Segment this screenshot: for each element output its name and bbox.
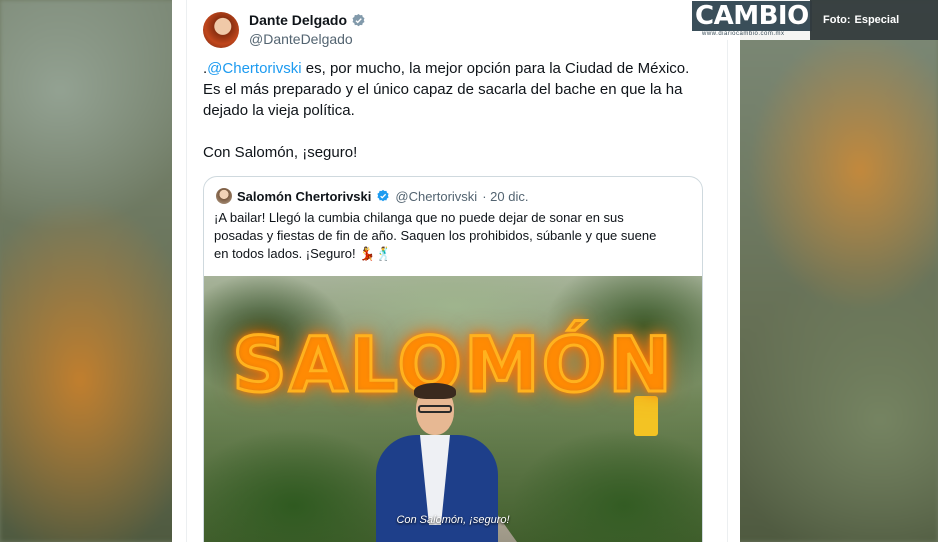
presenter-hair bbox=[414, 383, 456, 399]
photo-credit-label: Foto: bbox=[823, 14, 851, 26]
quoted-tweet-date[interactable]: · 20 dic. bbox=[482, 189, 528, 204]
tweet-line: Es el más preparado y el único capaz de … bbox=[203, 81, 683, 98]
cambio-logo-url: www.diariocambio.com.mx bbox=[702, 31, 785, 37]
video-subtitle: Con Salomón, ¡seguro! bbox=[396, 514, 510, 526]
cambio-watermark: CAMBIO www.diariocambio.com.mx Foto: Esp… bbox=[688, 0, 938, 40]
author-avatar[interactable] bbox=[203, 12, 239, 48]
quoted-author-handle[interactable]: @Chertorivski bbox=[395, 189, 477, 204]
cambio-logo-text: CAMBIO bbox=[692, 1, 812, 31]
photo-credit-value: Especial bbox=[854, 14, 900, 26]
quoted-tweet-header: Salomón Chertorivski @Chertorivski · 20 … bbox=[216, 188, 528, 204]
author-handle[interactable]: @DanteDelgado bbox=[249, 31, 353, 47]
tweet-container: Dante Delgado @DanteDelgado .@Chertorivs… bbox=[186, 0, 728, 542]
tweet-line: Con Salomón, ¡seguro! bbox=[203, 144, 358, 161]
tweet-text-segment: es, por mucho, la mejor opción para la C… bbox=[301, 60, 690, 77]
tweet-line: dejado la vieja política. bbox=[203, 102, 355, 119]
quoted-author-name[interactable]: Salomón Chertorivski bbox=[237, 189, 371, 204]
verified-badge-icon bbox=[377, 189, 389, 202]
paragraph-break bbox=[203, 121, 713, 142]
quoted-author-avatar[interactable] bbox=[216, 188, 232, 204]
tweet-body: .@Chertorivski es, por mucho, la mejor o… bbox=[203, 58, 713, 163]
author-name-row[interactable]: Dante Delgado bbox=[249, 12, 366, 28]
tweet-screenshot: Dante Delgado @DanteDelgado .@Chertorivs… bbox=[172, 0, 740, 542]
quoted-tweet[interactable]: Salomón Chertorivski @Chertorivski · 20 … bbox=[203, 176, 703, 542]
mention-link[interactable]: @Chertorivski bbox=[207, 60, 301, 77]
verified-badge-icon bbox=[352, 13, 365, 26]
quoted-line: ¡A bailar! Llegó la cumbia chilanga que … bbox=[214, 210, 624, 225]
quoted-tweet-body: ¡A bailar! Llegó la cumbia chilanga que … bbox=[214, 209, 694, 263]
video-player[interactable]: SALOMÓN Con Salomón, ¡seguro! bbox=[204, 276, 702, 542]
cambio-logo: CAMBIO www.diariocambio.com.mx bbox=[688, 0, 812, 40]
quoted-line: posadas y fiestas de fin de año. Saquen … bbox=[214, 228, 657, 243]
photo-credit: Foto: Especial bbox=[810, 0, 938, 40]
presenter-glasses bbox=[418, 405, 452, 413]
quoted-line: en todos lados. ¡Seguro! 💃🕺 bbox=[214, 246, 392, 261]
tweet-line: .@Chertorivski es, por mucho, la mejor o… bbox=[203, 58, 713, 79]
author-name[interactable]: Dante Delgado bbox=[249, 12, 347, 28]
tweet-header: Dante Delgado @DanteDelgado bbox=[203, 10, 703, 50]
